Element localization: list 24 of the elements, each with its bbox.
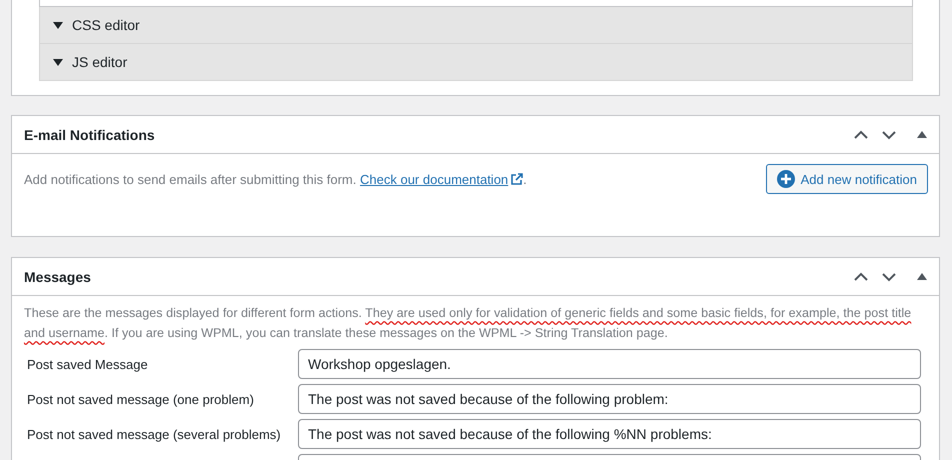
field-label: Post not saved message (one problem) [27,392,254,406]
panel-title: Messages [24,268,91,284]
message-field[interactable]: Workshop opgeslagen. [298,349,921,379]
message-field[interactable]: The post was not saved because of the following %NN problems: [298,419,921,449]
move-up-icon[interactable] [853,272,869,282]
panel-title: E-mail Notifications [24,126,155,142]
description-text: Add notifications to send emails after submitting this form. Check our documentation . [24,172,527,187]
collapse-icon[interactable] [917,273,927,280]
move-down-icon[interactable] [881,272,897,282]
move-up-icon[interactable] [853,130,869,140]
plus-icon [776,170,795,188]
field-label: Post saved Message [27,356,148,372]
accordion-header[interactable]: CSS editor [39,7,913,44]
move-down-icon[interactable] [881,130,897,140]
field-label: Post not saved message (several problems) [27,426,281,442]
external-link-icon [511,173,524,185]
message-field[interactable]: The post was not saved because of the following problem: [298,384,921,414]
caret-icon [53,22,63,28]
add-notification-button[interactable]: Add new notification [766,164,928,194]
accordion-header[interactable]: JS editor [39,44,913,81]
collapse-icon[interactable] [917,131,927,138]
description-text: These are the messages displayed for different form actions. They are used only for validation of generic fields and some basic fields, for example, the post title and username. If you are using WPML, you can translate these messages on the WPML -> String Translation page. [23,305,912,342]
documentation-link[interactable]: Check our documentation [360,172,524,187]
caret-icon [53,58,63,66]
